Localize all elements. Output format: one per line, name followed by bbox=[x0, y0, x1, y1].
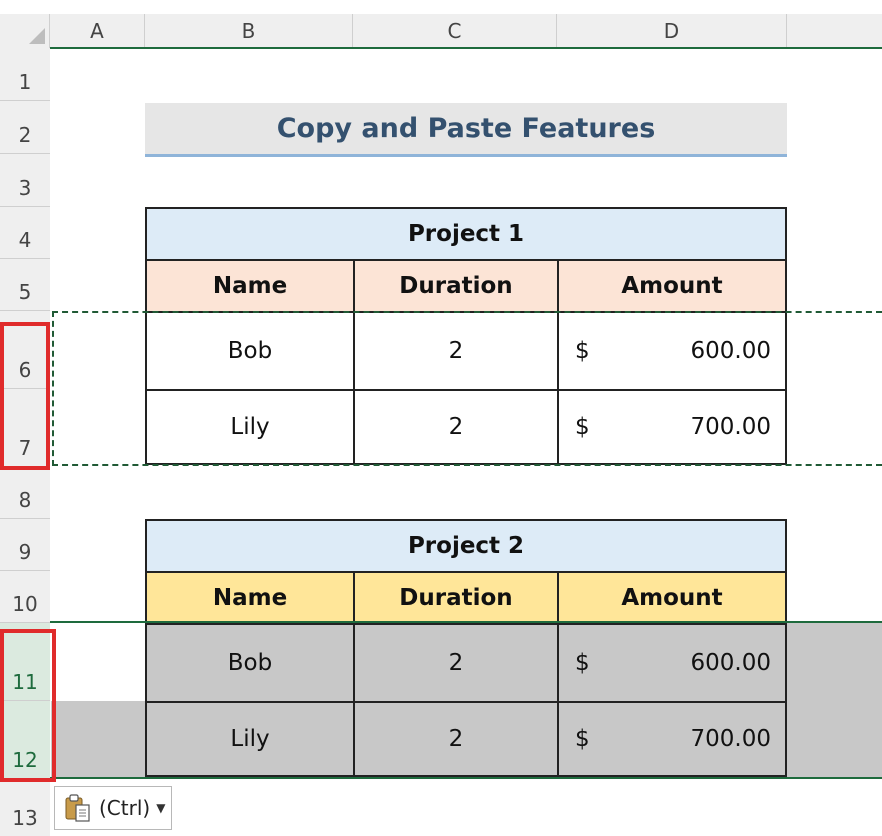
selection-border-top bbox=[50, 621, 882, 623]
amount-value: 700.00 bbox=[690, 414, 771, 440]
project2-table: Project 2 Name Duration Amount Bob 2 $ 6… bbox=[145, 519, 787, 777]
row-header-5[interactable]: 5 bbox=[0, 259, 50, 311]
currency-symbol: $ bbox=[575, 338, 590, 364]
row-header-3[interactable]: 3 bbox=[0, 154, 50, 207]
copy-marquee-bottom bbox=[52, 464, 882, 466]
paste-options-label: (Ctrl) bbox=[99, 796, 151, 820]
highlight-rows-11-12 bbox=[0, 629, 56, 782]
column-header-bottom-border bbox=[50, 47, 882, 49]
currency-symbol: $ bbox=[575, 726, 590, 752]
clipboard-icon bbox=[65, 794, 90, 822]
row-header-13[interactable]: 13 bbox=[0, 779, 50, 836]
project1-table: Project 1 Name Duration Amount Bob 2 $ 6… bbox=[145, 207, 787, 465]
project1-row1-duration[interactable]: 2 bbox=[353, 311, 557, 389]
project1-heading[interactable]: Project 1 bbox=[145, 207, 785, 259]
project1-row1-amount[interactable]: $ 600.00 bbox=[557, 311, 785, 389]
row-header-8[interactable]: 8 bbox=[0, 467, 50, 519]
column-header-a[interactable]: A bbox=[50, 14, 145, 48]
currency-symbol: $ bbox=[575, 650, 590, 676]
project2-row2-amount[interactable]: $ 700.00 bbox=[557, 701, 785, 775]
select-all-corner[interactable] bbox=[0, 14, 50, 48]
paste-options-button[interactable]: (Ctrl) ▼ bbox=[54, 786, 172, 830]
column-header-b[interactable]: B bbox=[145, 14, 353, 48]
copy-marquee-left bbox=[52, 311, 54, 466]
column-header-c[interactable]: C bbox=[353, 14, 557, 48]
project1-header-amount[interactable]: Amount bbox=[557, 259, 785, 311]
project2-header-duration[interactable]: Duration bbox=[353, 571, 557, 623]
select-all-triangle-icon bbox=[29, 28, 45, 44]
project1-header-name[interactable]: Name bbox=[145, 259, 353, 311]
project2-row1-amount[interactable]: $ 600.00 bbox=[557, 623, 785, 701]
project1-row2-name[interactable]: Lily bbox=[145, 389, 353, 463]
pasted-rows-fill-e bbox=[787, 623, 882, 777]
row-header-2[interactable]: 2 bbox=[0, 101, 50, 154]
row-header-9[interactable]: 9 bbox=[0, 519, 50, 571]
row-header-4[interactable]: 4 bbox=[0, 207, 50, 259]
project2-header-amount[interactable]: Amount bbox=[557, 571, 785, 623]
project1-row1-name[interactable]: Bob bbox=[145, 311, 353, 389]
project2-header-name[interactable]: Name bbox=[145, 571, 353, 623]
column-header-e[interactable] bbox=[787, 14, 882, 48]
project1-row2-duration[interactable]: 2 bbox=[353, 389, 557, 463]
project2-row2-name[interactable]: Lily bbox=[145, 701, 353, 775]
row-header-1[interactable]: 1 bbox=[0, 48, 50, 101]
project2-heading[interactable]: Project 2 bbox=[145, 519, 785, 571]
project1-header-duration[interactable]: Duration bbox=[353, 259, 557, 311]
copy-marquee-top bbox=[52, 311, 882, 313]
selection-border-bottom bbox=[50, 777, 882, 779]
amount-value: 700.00 bbox=[690, 726, 771, 752]
amount-value: 600.00 bbox=[690, 338, 771, 364]
project2-row1-name[interactable]: Bob bbox=[145, 623, 353, 701]
chevron-down-icon: ▼ bbox=[156, 801, 166, 815]
highlight-rows-6-7 bbox=[0, 322, 50, 470]
sheet-title: Copy and Paste Features bbox=[145, 103, 787, 157]
currency-symbol: $ bbox=[575, 414, 590, 440]
column-header-d[interactable]: D bbox=[557, 14, 787, 48]
project2-row2-duration[interactable]: 2 bbox=[353, 701, 557, 775]
amount-value: 600.00 bbox=[690, 650, 771, 676]
row-header-10[interactable]: 10 bbox=[0, 571, 50, 623]
project2-row1-duration[interactable]: 2 bbox=[353, 623, 557, 701]
pasted-row-12-fill-a bbox=[51, 701, 145, 777]
project1-row2-amount[interactable]: $ 700.00 bbox=[557, 389, 785, 463]
